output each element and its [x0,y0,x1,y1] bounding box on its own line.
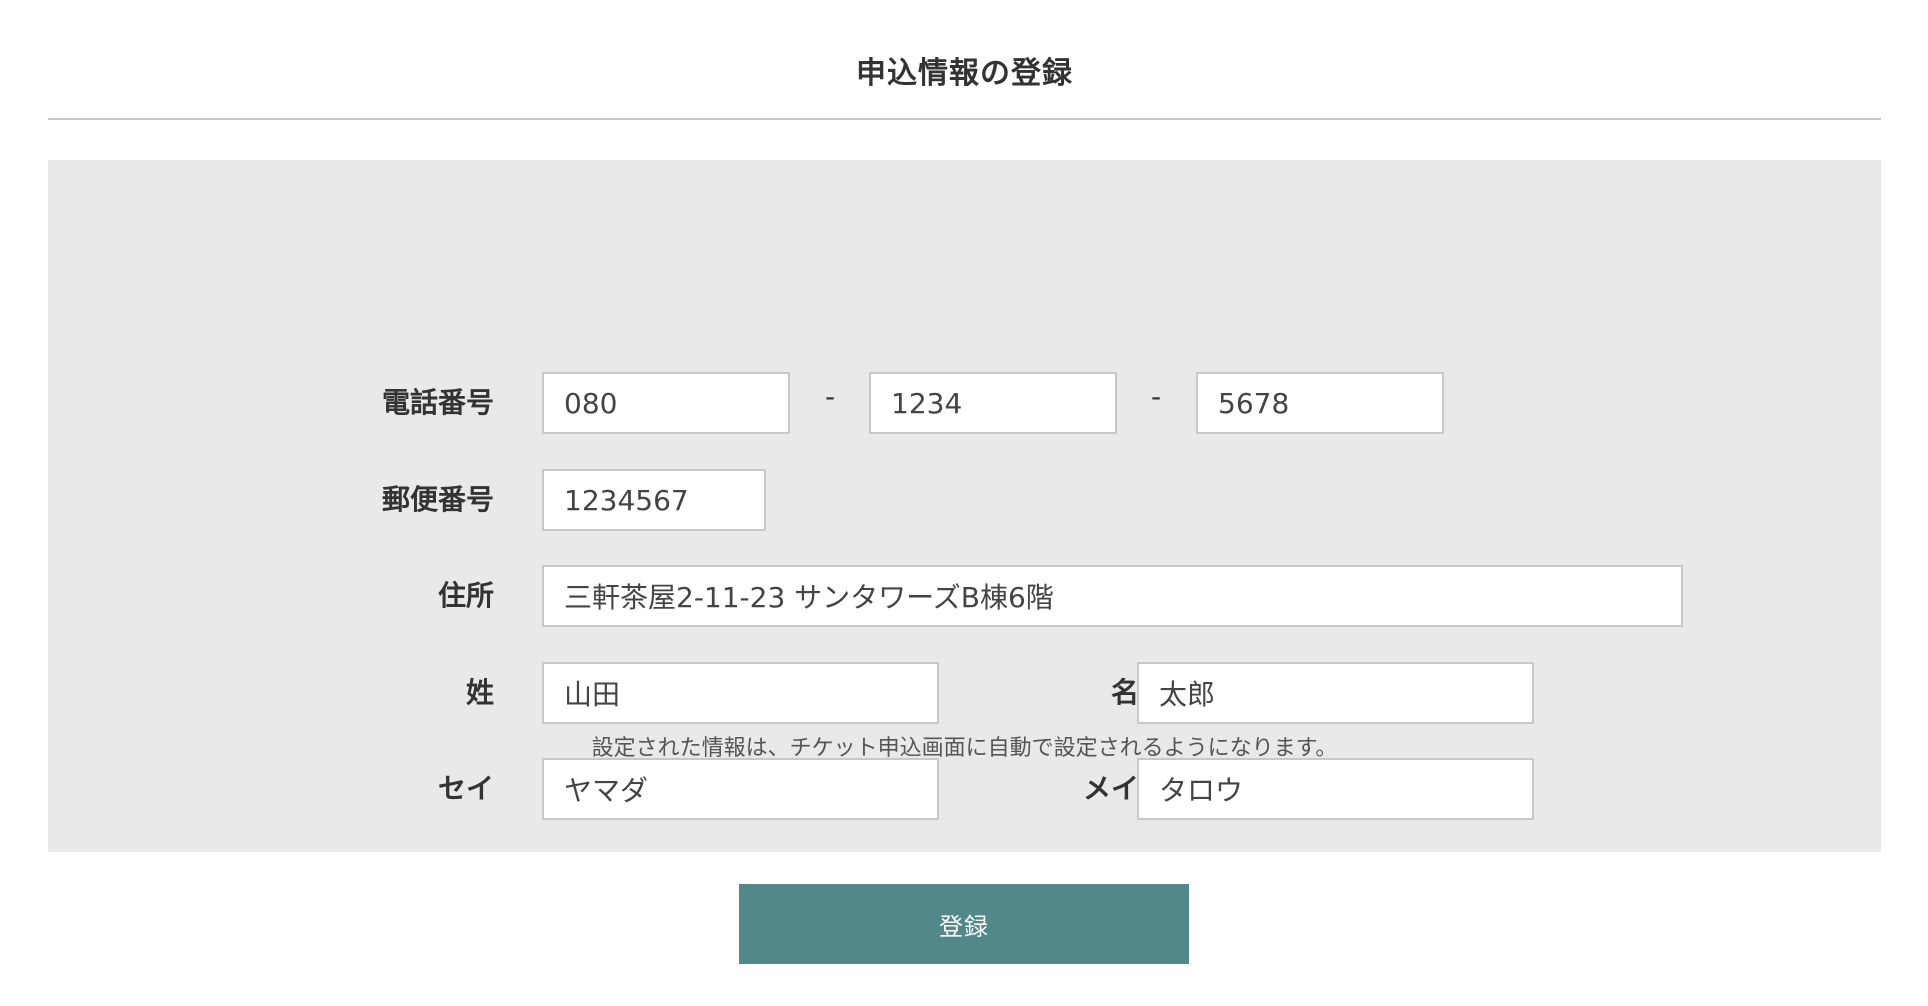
address-label: 住所 [437,579,494,612]
postal-code-label: 郵便番号 [381,483,494,516]
first-name-label: 名 [1110,676,1139,709]
title-divider [48,118,1881,120]
postal-code-input[interactable] [542,469,766,531]
last-name-input[interactable] [542,662,939,724]
page-title: 申込情報の登録 [856,56,1073,91]
first-name-input[interactable] [1137,662,1534,724]
last-name-label: 姓 [465,676,494,709]
register-button[interactable]: 登録 [739,884,1189,964]
address-input[interactable] [542,565,1683,627]
phone-separator-2: - [1150,380,1162,413]
first-name-kana-label: メイ [1082,772,1139,805]
first-name-kana-input[interactable] [1137,758,1534,820]
phone-part3-input[interactable] [1196,372,1444,434]
phone-label: 電話番号 [381,386,494,419]
form-note: 設定された情報は、チケット申込画面に自動で設定されるようになります。 [591,736,1338,761]
last-name-kana-input[interactable] [542,758,939,820]
last-name-kana-label: セイ [437,772,494,805]
phone-part2-input[interactable] [869,372,1117,434]
phone-separator-1: - [824,380,836,413]
phone-part1-input[interactable] [542,372,790,434]
